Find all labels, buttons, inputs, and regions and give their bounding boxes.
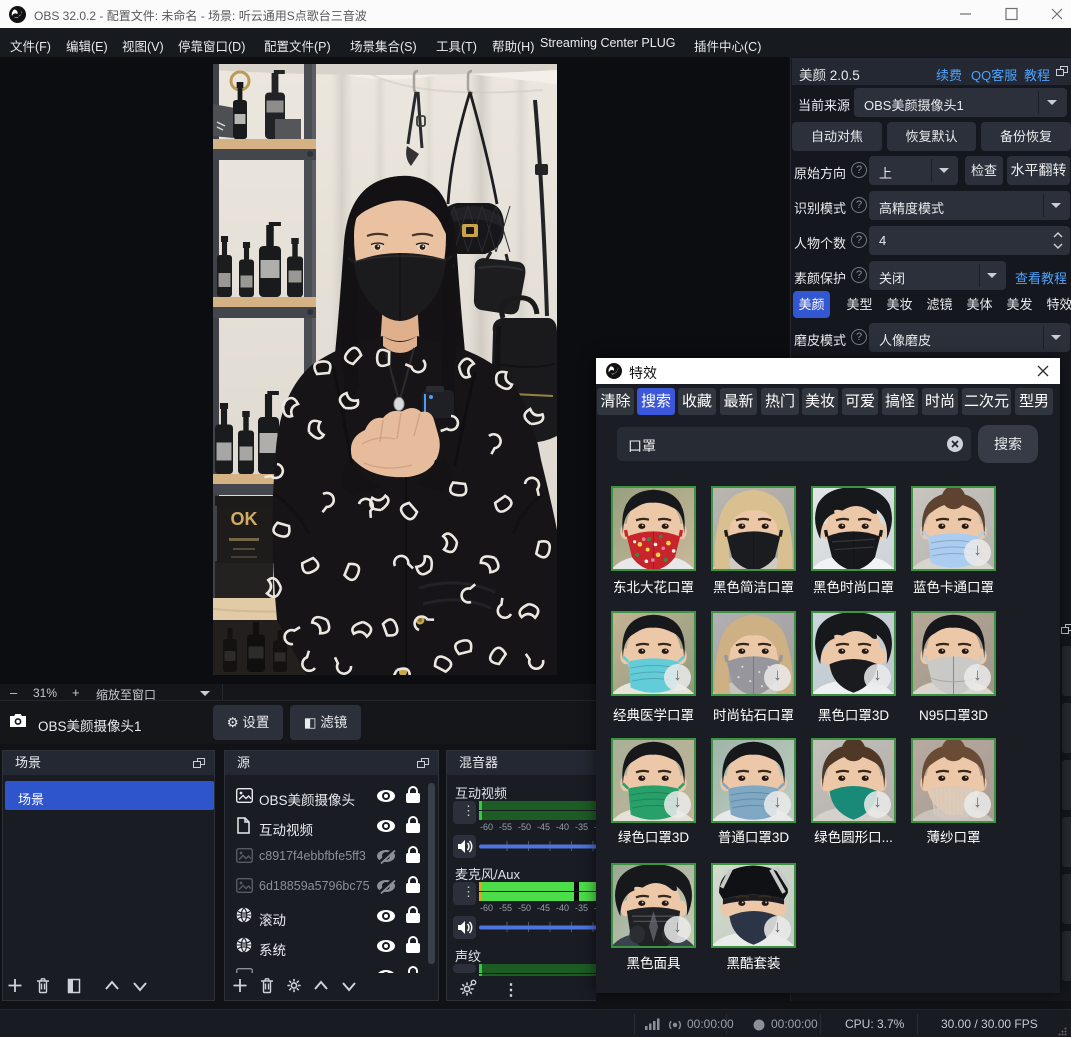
svg-text:⋮: ⋮ [503, 982, 519, 999]
svg-text:OK: OK [231, 509, 258, 529]
